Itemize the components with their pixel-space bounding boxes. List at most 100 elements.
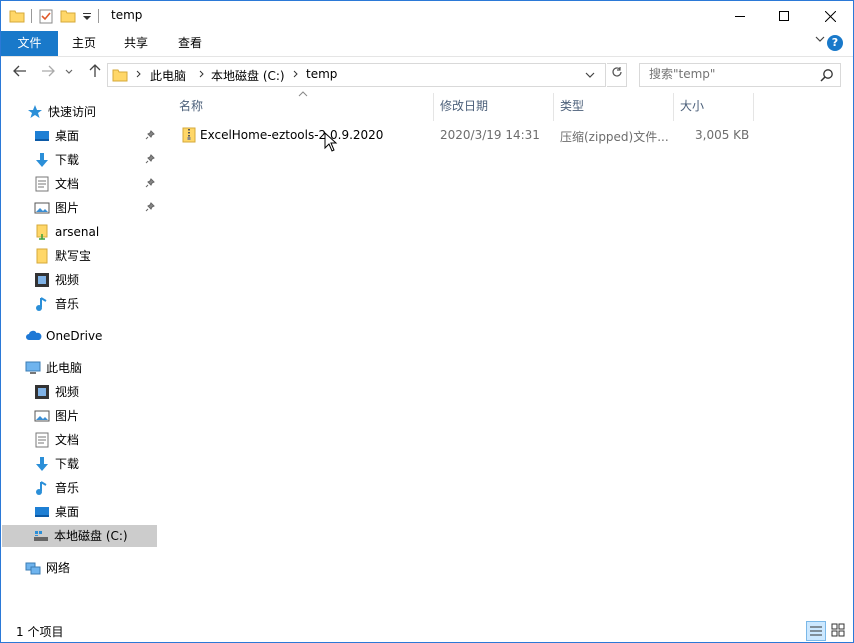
navigation-pane: 快速访问 桌面 下载 文档 图片 arsenal 默写宝 视频 音乐 OneDr…: [1, 93, 165, 619]
sidebar-item-quick-access[interactable]: 快速访问: [27, 101, 96, 123]
close-button[interactable]: [807, 1, 853, 31]
sidebar-item-music[interactable]: 音乐: [34, 293, 79, 315]
sidebar-item-videos[interactable]: 视频: [34, 269, 79, 291]
quick-access-toolbar: [9, 7, 105, 25]
column-divider[interactable]: [673, 93, 674, 121]
sidebar-item-label: 桌面: [55, 129, 80, 143]
music-icon: [34, 296, 50, 312]
desktop-icon: [34, 128, 50, 144]
sidebar-item-arsenal[interactable]: arsenal: [34, 221, 99, 243]
sidebar-item-moxiebao[interactable]: 默写宝: [34, 245, 91, 267]
refresh-icon: [611, 67, 622, 77]
sidebar-item-label: 快速访问: [48, 105, 97, 119]
sidebar-item-label: 网络: [46, 561, 71, 575]
address-bar[interactable]: 此电脑 本地磁盘 (C:) temp: [107, 63, 606, 87]
tab-file[interactable]: 文件: [1, 31, 58, 56]
sidebar-item-local-disk[interactable]: 本地磁盘 (C:): [2, 525, 157, 547]
sidebar-item-label: 下载: [55, 153, 80, 167]
column-header-name[interactable]: 名称: [179, 93, 203, 119]
drive-icon: [33, 528, 49, 544]
picture-icon: [34, 200, 50, 216]
search-box[interactable]: [639, 63, 841, 87]
file-size: 3,005 KB: [695, 128, 750, 142]
sidebar-item-label: 文档: [55, 177, 80, 191]
forward-button[interactable]: [38, 64, 58, 84]
file-name[interactable]: ExcelHome-eztools-2.0.9.2020: [200, 128, 383, 142]
column-header-date[interactable]: 修改日期: [440, 93, 488, 119]
cloud-icon: [25, 328, 42, 344]
details-view-button[interactable]: [806, 621, 826, 641]
sidebar-item-desktop[interactable]: 桌面: [34, 125, 79, 147]
breadcrumb-local-disk[interactable]: 本地磁盘 (C:): [211, 67, 285, 84]
breadcrumb-separator-icon[interactable]: [292, 67, 300, 84]
sidebar-item-label: 桌面: [55, 505, 80, 519]
sidebar-item-onedrive[interactable]: OneDrive: [25, 325, 102, 347]
column-header-size[interactable]: 大小: [680, 93, 704, 119]
refresh-button[interactable]: [607, 63, 627, 87]
large-icons-view-button[interactable]: [829, 621, 849, 641]
large-icons-view-icon: [831, 623, 845, 637]
title-bar: temp: [1, 1, 853, 31]
customize-toolbar-icon[interactable]: [82, 8, 92, 24]
address-dropdown-icon[interactable]: [584, 68, 596, 85]
sidebar-item-label: 此电脑: [46, 361, 83, 375]
sidebar-item-pictures[interactable]: 图片: [34, 197, 79, 219]
breadcrumb-separator-icon[interactable]: [135, 67, 143, 84]
pin-icon[interactable]: [145, 154, 155, 167]
breadcrumb-temp[interactable]: temp: [306, 67, 337, 81]
status-bar: 1 个项目: [1, 619, 853, 642]
maximize-button[interactable]: [761, 1, 807, 31]
star-icon: [27, 104, 43, 120]
search-input[interactable]: [649, 67, 814, 81]
column-divider[interactable]: [753, 93, 754, 121]
table-row[interactable]: ExcelHome-eztools-2.0.9.2020 2020/3/19 1…: [175, 126, 757, 146]
music-icon: [34, 480, 50, 496]
sidebar-item-pc-downloads[interactable]: 下载: [34, 453, 79, 475]
column-divider[interactable]: [433, 93, 434, 121]
expand-ribbon-icon[interactable]: [815, 34, 825, 47]
minimize-button[interactable]: [717, 1, 763, 31]
tab-view[interactable]: 查看: [162, 31, 218, 56]
toolbar-separator: [31, 9, 32, 23]
sidebar-item-label: 视频: [55, 273, 80, 287]
navigation-bar: 此电脑 本地磁盘 (C:) temp: [1, 58, 853, 92]
sort-ascending-icon: [298, 90, 308, 101]
breadcrumb-this-pc[interactable]: 此电脑: [150, 67, 186, 84]
item-count: 1 个项目: [16, 625, 64, 639]
help-icon[interactable]: ?: [827, 35, 843, 51]
video-icon: [34, 384, 50, 400]
pin-icon[interactable]: [145, 130, 155, 143]
recent-locations-button[interactable]: [62, 64, 76, 84]
new-folder-icon[interactable]: [60, 8, 76, 24]
pin-icon[interactable]: [145, 178, 155, 191]
sidebar-item-pc-documents[interactable]: 文档: [34, 429, 79, 451]
file-list: 名称 修改日期 类型 大小 ExcelHome-eztools-2.0.9.20…: [167, 90, 853, 619]
sidebar-item-downloads[interactable]: 下载: [34, 149, 79, 171]
breadcrumb-separator-icon[interactable]: [198, 67, 206, 84]
sidebar-item-pc-pictures[interactable]: 图片: [34, 405, 79, 427]
sidebar-item-this-pc[interactable]: 此电脑: [25, 357, 82, 379]
search-icon[interactable]: [820, 68, 834, 82]
picture-icon: [34, 408, 50, 424]
up-button[interactable]: [85, 64, 105, 84]
back-button[interactable]: [10, 64, 30, 84]
sidebar-item-pc-desktop[interactable]: 桌面: [34, 501, 79, 523]
download-icon: [34, 152, 50, 168]
tab-home[interactable]: 主页: [58, 31, 110, 56]
sidebar-item-documents[interactable]: 文档: [34, 173, 79, 195]
forward-arrow-icon: [42, 65, 55, 77]
sidebar-item-network[interactable]: 网络: [25, 557, 70, 579]
sidebar-item-label: 下载: [55, 457, 80, 471]
pin-icon[interactable]: [145, 202, 155, 215]
computer-icon: [25, 360, 41, 376]
sidebar-item-label: 图片: [55, 201, 80, 215]
sidebar-item-pc-music[interactable]: 音乐: [34, 477, 79, 499]
sidebar-item-label: 音乐: [55, 481, 80, 495]
folder-icon: [112, 67, 128, 86]
tab-share[interactable]: 共享: [110, 31, 162, 56]
sidebar-item-pc-videos[interactable]: 视频: [34, 381, 79, 403]
column-divider[interactable]: [553, 93, 554, 121]
minimize-icon: [735, 16, 745, 17]
properties-icon[interactable]: [38, 8, 54, 24]
column-header-type[interactable]: 类型: [560, 93, 584, 119]
